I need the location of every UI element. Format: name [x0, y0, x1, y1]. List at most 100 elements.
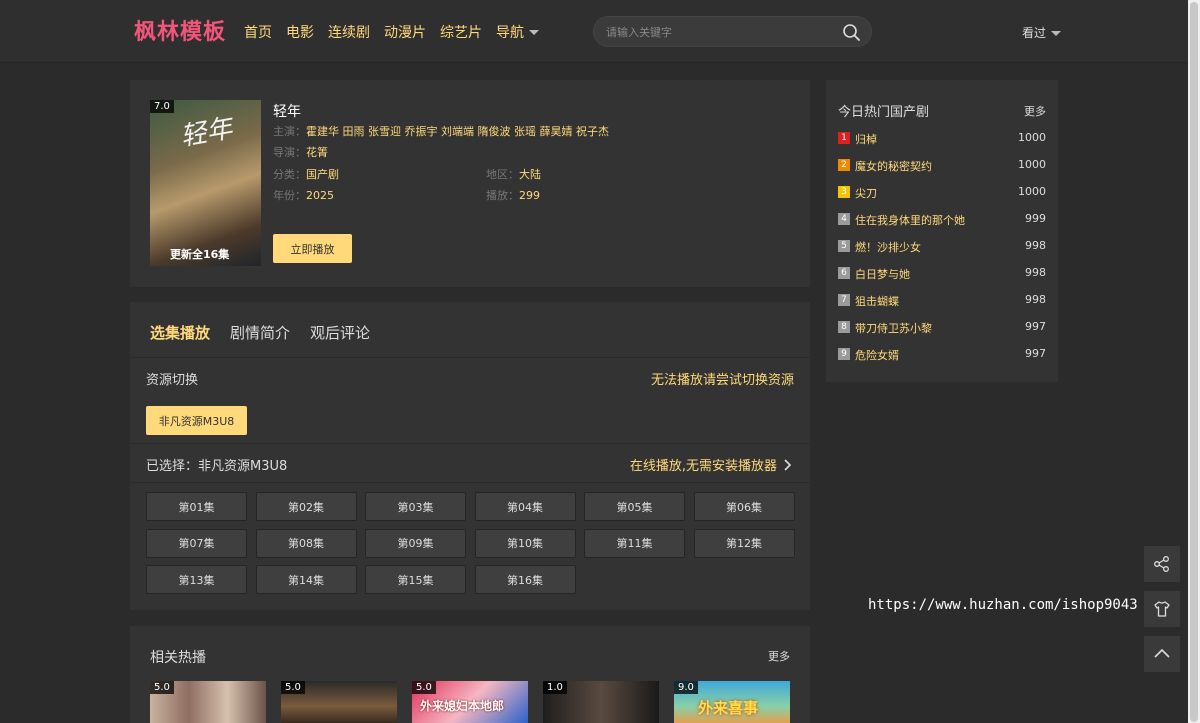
hot-item-name: 魔女的秘密契约 — [855, 160, 932, 173]
chevron-up-icon — [1154, 648, 1170, 658]
episode-button[interactable]: 第10集 — [474, 528, 576, 558]
rank-badge: 8 — [838, 321, 850, 333]
hot-list-item[interactable]: 1 归棹 1000 — [838, 131, 1046, 147]
hot-item-count: 998 — [1025, 239, 1046, 252]
main-nav: 首页 电影 连续剧 动漫片 综艺片 导航 — [244, 22, 553, 42]
episode-button[interactable]: 第03集 — [365, 492, 466, 521]
related-thumb[interactable]: 5.0 — [150, 681, 266, 723]
category-value[interactable]: 国产剧 — [306, 168, 339, 181]
hot-item-name: 燃！沙排少女 — [855, 241, 921, 254]
nav-guide[interactable]: 导航 — [496, 22, 539, 42]
related-thumb[interactable]: 5.0 外来媳妇本地郎 — [412, 681, 528, 723]
episode-button[interactable]: 第01集 — [146, 492, 247, 521]
related-thumb[interactable]: 1.0 — [543, 681, 659, 723]
nav-variety[interactable]: 综艺片 — [440, 22, 482, 42]
episode-button[interactable]: 第14集 — [255, 565, 357, 594]
score-badge: 5.0 — [412, 681, 436, 694]
hot-list-item[interactable]: 4 住在我身体里的那个她 999 — [838, 212, 1046, 228]
actors-value[interactable]: 霍建华 田雨 张雪迎 乔振宇 刘端端 隋俊波 张瑶 薛昊婧 祝子杰 — [306, 125, 609, 138]
rank-badge: 5 — [838, 240, 850, 252]
episode-button[interactable]: 第05集 — [584, 492, 685, 521]
video-poster[interactable]: 轻年 更新全16集 7.0 — [150, 100, 261, 266]
hot-item-count: 1000 — [1018, 131, 1046, 144]
hot-list-item[interactable]: 5 燃！沙排少女 998 — [838, 239, 1046, 255]
site-logo[interactable]: 枫林模板 — [134, 14, 226, 46]
year-row: 年份：2025 — [273, 187, 334, 203]
poster-update-text: 更新全16集 — [170, 248, 230, 261]
related-thumb-caption: 外来媳妇本地郎 — [420, 699, 505, 713]
rank-badge: 1 — [838, 132, 850, 144]
play-now-button[interactable]: 立即播放 — [273, 234, 352, 263]
tab-comments[interactable]: 观后评论 — [310, 322, 370, 343]
nav-series[interactable]: 连续剧 — [328, 22, 370, 42]
hot-item-name: 住在我身体里的那个她 — [855, 214, 965, 227]
scrollbar-thumb[interactable] — [1190, 2, 1198, 722]
tab-episodes[interactable]: 选集播放 — [150, 322, 210, 343]
back-to-top-button[interactable] — [1144, 636, 1180, 672]
history-label: 看过 — [1022, 26, 1047, 40]
search-icon[interactable] — [841, 22, 861, 42]
online-play-text: 在线播放,无需安装播放器 — [629, 459, 777, 474]
share-icon — [1154, 556, 1169, 572]
episode-button[interactable]: 第06集 — [693, 492, 795, 521]
related-more-link[interactable]: 更多 — [768, 648, 790, 664]
nav-home[interactable]: 首页 — [244, 22, 272, 42]
tab-synopsis[interactable]: 剧情简介 — [230, 322, 290, 343]
director-value[interactable]: 花箐 — [306, 146, 328, 159]
source-switch-label: 资源切换 — [146, 373, 199, 388]
region-value[interactable]: 大陆 — [519, 168, 541, 181]
plays-value: 299 — [519, 189, 540, 202]
hot-list-item[interactable]: 6 白日梦与她 998 — [838, 266, 1046, 282]
hot-list-item[interactable]: 8 带刀侍卫苏小黎 997 — [838, 320, 1046, 336]
hot-list-title: 今日热门国产剧 — [838, 105, 930, 120]
chevron-right-icon — [784, 458, 792, 471]
related-thumb[interactable]: 9.0 外来喜事 — [674, 681, 790, 723]
hot-more-link[interactable]: 更多 — [1024, 103, 1046, 119]
watermark-text: https://www.huzhan.com/ishop9043 — [868, 597, 1138, 613]
hot-list-item[interactable]: 7 狙击蝴蝶 998 — [838, 293, 1046, 309]
year-value[interactable]: 2025 — [306, 189, 334, 202]
director-row: 导演：花箐 — [273, 144, 328, 160]
episode-button[interactable]: 第12集 — [693, 528, 795, 558]
related-title: 相关热播 — [150, 650, 206, 666]
episode-button[interactable]: 第02集 — [255, 492, 357, 521]
selected-source: 已选择：非凡资源M3U8 — [146, 459, 288, 474]
rank-badge: 3 — [838, 186, 850, 198]
page-scrollbar[interactable] — [1188, 0, 1200, 723]
episode-button[interactable]: 第15集 — [365, 565, 466, 594]
rank-badge: 6 — [838, 267, 850, 279]
chevron-down-icon — [529, 30, 539, 35]
rank-badge: 4 — [838, 213, 850, 225]
hot-list-item[interactable]: 2 魔女的秘密契约 1000 — [838, 158, 1046, 174]
episode-button[interactable]: 第16集 — [474, 565, 576, 594]
episode-button[interactable]: 第08集 — [255, 528, 357, 558]
episode-button[interactable]: 第11集 — [584, 528, 685, 558]
category-row: 分类：国产剧 — [273, 166, 339, 182]
share-button[interactable] — [1144, 546, 1180, 582]
nav-movie[interactable]: 电影 — [286, 22, 314, 42]
rank-badge: 2 — [838, 159, 850, 171]
history-menu[interactable]: 看过 — [1022, 24, 1062, 41]
hot-list-item[interactable]: 9 危险女婿 997 — [838, 347, 1046, 363]
search-input[interactable] — [606, 23, 826, 41]
hot-item-name: 带刀侍卫苏小黎 — [855, 322, 932, 335]
hot-list-item[interactable]: 3 尖刀 1000 — [838, 185, 1046, 201]
episode-button[interactable]: 第13集 — [146, 565, 247, 594]
episode-button[interactable]: 第04集 — [474, 492, 576, 521]
nav-anime[interactable]: 动漫片 — [384, 22, 426, 42]
hot-list-panel: 今日热门国产剧 更多 1 归棹 1000 2 魔女的秘密契约 1000 3 尖刀 1000 4 住在… — [826, 80, 1058, 382]
source-tip: 无法播放请尝试切换资源 — [650, 373, 794, 388]
source-button[interactable]: 非凡资源M3U8 — [146, 406, 247, 435]
episode-button[interactable]: 第09集 — [365, 528, 466, 558]
actors-row: 主演：霍建华 田雨 张雪迎 乔振宇 刘端端 隋俊波 张瑶 薛昊婧 祝子杰 — [273, 123, 609, 139]
online-play-link[interactable]: 在线播放,无需安装播放器 — [630, 455, 794, 474]
score-badge: 5.0 — [150, 681, 174, 694]
hot-item-count: 999 — [1025, 212, 1046, 225]
episode-button[interactable]: 第07集 — [146, 528, 247, 558]
chevron-down-icon — [1051, 30, 1062, 36]
related-thumb[interactable]: 5.0 — [281, 681, 397, 723]
top-header: 枫林模板 首页 电影 连续剧 动漫片 综艺片 导航 看过 — [0, 0, 1200, 63]
skin-button[interactable] — [1144, 591, 1180, 627]
hot-item-count: 1000 — [1018, 185, 1046, 198]
score-badge: 9.0 — [674, 681, 698, 694]
